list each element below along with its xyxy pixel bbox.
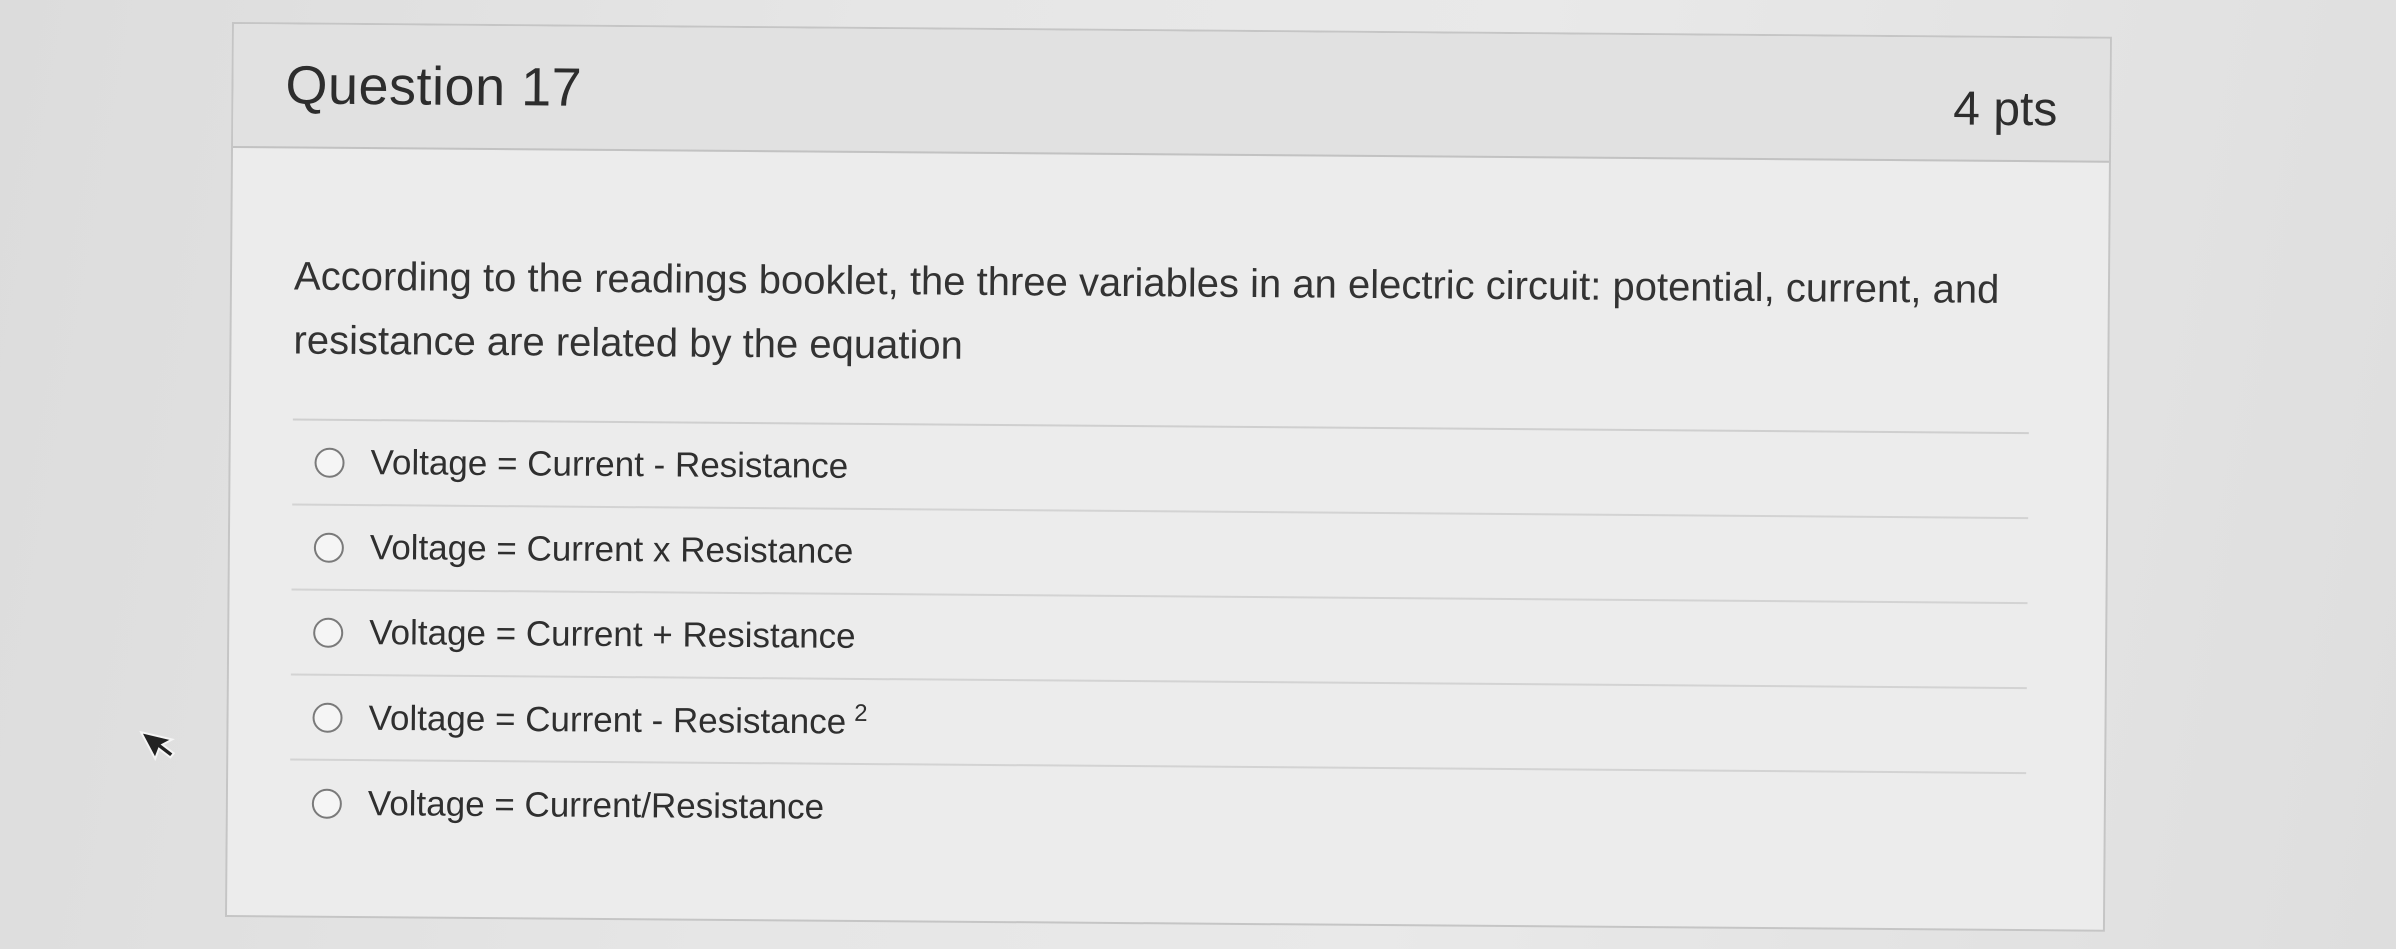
question-title: Question 17: [285, 55, 583, 118]
answer-label: Voltage = Current x Resistance: [370, 528, 854, 572]
answer-option-1[interactable]: Voltage = Current - Resistance: [292, 420, 2029, 520]
answer-superscript: 2: [854, 700, 868, 728]
answer-option-3[interactable]: Voltage = Current + Resistance: [290, 590, 2028, 690]
answer-option-2[interactable]: Voltage = Current x Resistance: [291, 505, 2029, 605]
answer-label: Voltage = Current/Resistance: [368, 784, 825, 828]
question-points: 4 pts: [1953, 82, 2058, 137]
answer-option-4[interactable]: Voltage = Current - Resistance 2: [290, 675, 2027, 775]
question-header: Question 17 4 pts: [233, 24, 2110, 163]
radio-button-icon[interactable]: [314, 447, 345, 478]
radio-button-icon[interactable]: [313, 532, 344, 563]
question-card: Question 17 4 pts According to the readi…: [224, 22, 2112, 932]
answer-list: Voltage = Current - Resistance Voltage =…: [289, 418, 2029, 860]
answer-label: Voltage = Current + Resistance: [369, 613, 856, 657]
radio-button-icon[interactable]: [312, 702, 343, 733]
radio-button-icon[interactable]: [311, 788, 342, 819]
question-body: According to the readings booklet, the t…: [228, 148, 2109, 860]
question-text: According to the readings booklet, the t…: [293, 254, 2000, 368]
answer-option-5[interactable]: Voltage = Current/Resistance: [290, 760, 2027, 859]
answer-text: Voltage = Current - Resistance: [370, 442, 849, 486]
answer-text: Voltage = Current + Resistance: [369, 612, 856, 656]
answer-label: Voltage = Current - Resistance: [370, 443, 848, 487]
answer-text: Voltage = Current/Resistance: [367, 783, 825, 827]
mouse-pointer-icon: [139, 730, 176, 762]
answer-text: Voltage = Current x Resistance: [369, 527, 854, 571]
answer-label: Voltage = Current - Resistance 2: [368, 696, 867, 743]
radio-button-icon[interactable]: [313, 617, 344, 648]
answer-text: Voltage = Current - Resistance: [368, 698, 847, 742]
